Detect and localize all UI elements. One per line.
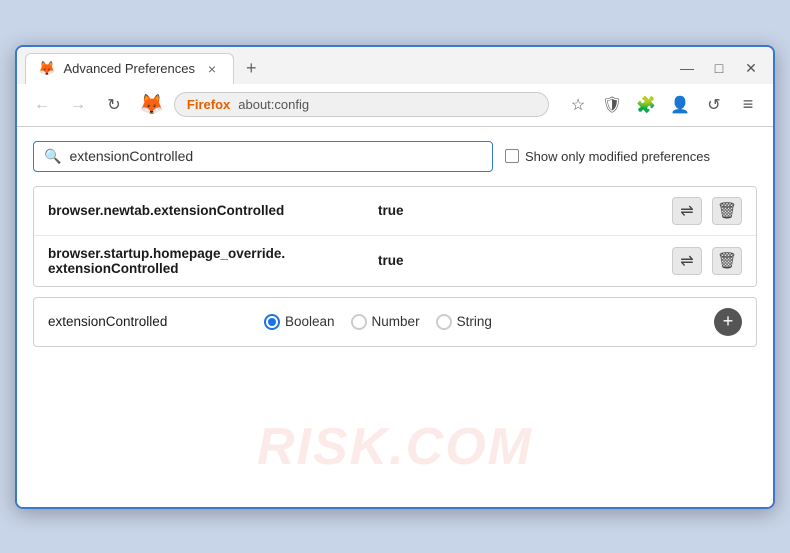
address-url: about:config: [238, 97, 309, 112]
new-tab-button[interactable]: +: [238, 54, 265, 83]
boolean-label: Boolean: [285, 314, 335, 329]
add-preference-row: extensionControlled Boolean Number Strin…: [33, 297, 757, 347]
watermark: RISK.COM: [257, 417, 533, 477]
number-label: Number: [372, 314, 420, 329]
string-radio[interactable]: [436, 314, 452, 330]
show-modified-checkbox[interactable]: [505, 149, 519, 163]
profile-button[interactable]: 👤: [665, 90, 695, 120]
show-modified-option: Show only modified preferences: [505, 149, 710, 164]
menu-button[interactable]: ≡: [733, 90, 763, 120]
bookmark-star-button[interactable]: ☆: [563, 90, 593, 120]
maximize-button[interactable]: □: [705, 54, 733, 82]
search-icon: 🔍: [44, 148, 61, 165]
back-button[interactable]: ←: [27, 90, 57, 120]
table-row: browser.newtab.extensionControlled true …: [34, 187, 756, 236]
pref-value: true: [378, 253, 662, 268]
nav-icon-group: ☆ 🛡 🧩 👤 ↺ ≡: [563, 90, 763, 120]
title-bar: 🦊 Advanced Preferences × + — □ ✕: [17, 47, 773, 84]
boolean-radio[interactable]: [264, 314, 280, 330]
reload-button[interactable]: ↻: [99, 90, 129, 120]
search-input[interactable]: [69, 148, 482, 164]
minimize-button[interactable]: —: [673, 54, 701, 82]
nav-bar: ← → ↻ 🦊 Firefox about:config ☆ 🛡 🧩 👤 ↺ ≡: [17, 84, 773, 127]
tab-title: Advanced Preferences: [63, 61, 195, 76]
delete-button[interactable]: 🗑: [712, 197, 742, 225]
show-modified-label: Show only modified preferences: [525, 149, 710, 164]
pref-name: browser.newtab.extensionControlled: [48, 203, 368, 218]
extension-button[interactable]: 🧩: [631, 90, 661, 120]
row-actions: ⇌ 🗑: [672, 247, 742, 275]
reset-button[interactable]: ⇌: [672, 197, 702, 225]
string-label: String: [457, 314, 492, 329]
browser-tab[interactable]: 🦊 Advanced Preferences ×: [25, 53, 234, 84]
add-pref-name: extensionControlled: [48, 314, 248, 329]
window-controls: — □ ✕: [673, 54, 765, 82]
tab-close-button[interactable]: ×: [203, 60, 221, 78]
delete-button[interactable]: 🗑: [712, 247, 742, 275]
sync-button[interactable]: ↺: [699, 90, 729, 120]
number-radio[interactable]: [351, 314, 367, 330]
address-bar[interactable]: Firefox about:config: [174, 92, 549, 117]
browser-name-label: Firefox: [187, 97, 230, 112]
table-row: browser.startup.homepage_override. exten…: [34, 236, 756, 286]
add-preference-button[interactable]: +: [714, 308, 742, 336]
forward-button[interactable]: →: [63, 90, 93, 120]
number-option[interactable]: Number: [351, 314, 420, 330]
pref-name: browser.startup.homepage_override. exten…: [48, 246, 368, 276]
search-row: 🔍 Show only modified preferences: [33, 141, 757, 172]
shield-button[interactable]: 🛡: [597, 90, 627, 120]
type-radio-group: Boolean Number String: [264, 314, 698, 330]
row-actions: ⇌ 🗑: [672, 197, 742, 225]
tab-favicon: 🦊: [38, 60, 55, 77]
firefox-logo-icon: 🦊: [139, 92, 164, 117]
boolean-option[interactable]: Boolean: [264, 314, 335, 330]
results-table: browser.newtab.extensionControlled true …: [33, 186, 757, 287]
string-option[interactable]: String: [436, 314, 492, 330]
pref-value: true: [378, 203, 662, 218]
close-button[interactable]: ✕: [737, 54, 765, 82]
content-area: RISK.COM 🔍 Show only modified preference…: [17, 127, 773, 507]
reset-button[interactable]: ⇌: [672, 247, 702, 275]
search-box: 🔍: [33, 141, 493, 172]
browser-window: 🦊 Advanced Preferences × + — □ ✕ ← → ↻ 🦊…: [15, 45, 775, 509]
